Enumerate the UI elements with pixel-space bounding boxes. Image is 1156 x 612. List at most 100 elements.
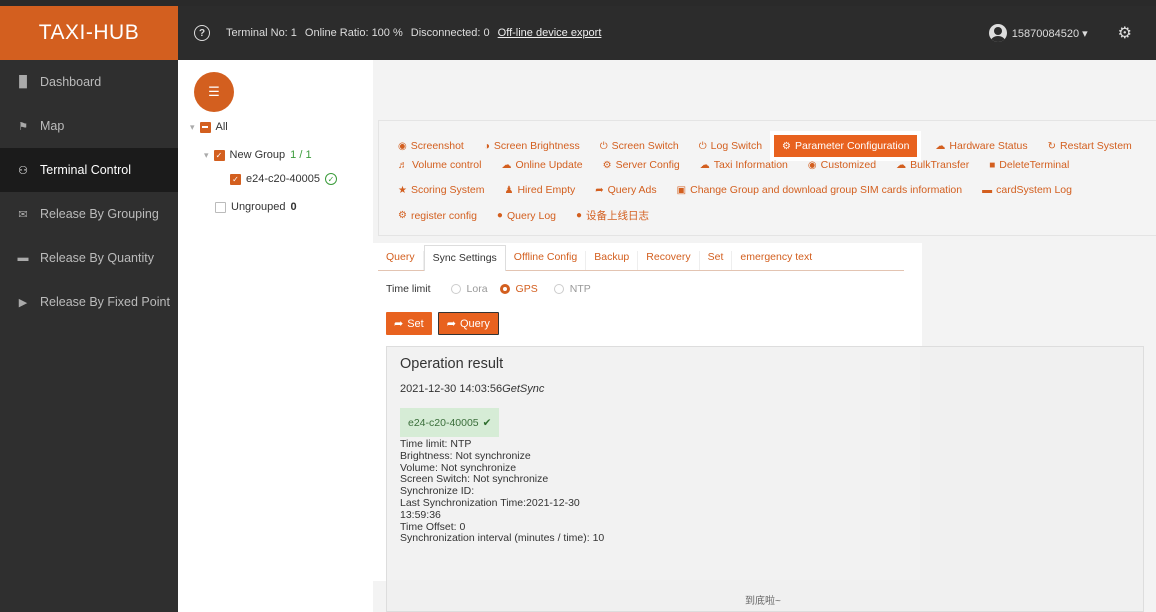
caret-down-icon[interactable]: ▾ xyxy=(204,150,209,161)
trash-icon: ■ xyxy=(989,159,996,171)
query-button[interactable]: ➦ Query xyxy=(437,312,499,335)
radio-gps[interactable]: GPS xyxy=(499,283,538,295)
sidebar-item-release-by-fixed-point[interactable]: ▶ Release By Fixed Point xyxy=(0,280,178,324)
sidebar-item-release-by-quantity[interactable]: ▬ Release By Quantity xyxy=(0,236,178,280)
radio-lora[interactable]: Lora xyxy=(450,283,488,295)
toolbar-row-2: ♬ Volume control ☁ Online Update ⚙ Server C… xyxy=(398,159,1089,171)
toolbar-label: BulkTransfer xyxy=(910,159,970,171)
parameter-configuration-button[interactable]: ⚙ Parameter Configuration xyxy=(770,131,922,161)
share-icon: ➦ xyxy=(394,318,404,330)
set-button[interactable]: ➦ Set xyxy=(386,312,432,335)
button-label: Set xyxy=(407,317,424,330)
tab-set[interactable]: Set xyxy=(700,251,733,270)
top-right-controls: 15870084520 ▾ ⚙ xyxy=(988,6,1132,60)
change-group-button[interactable]: ▣ Change Group and download group SIM car… xyxy=(677,184,962,196)
query-ads-button[interactable]: ➦ Query Ads xyxy=(595,184,656,196)
radio-label: Lora xyxy=(466,283,488,295)
caret-down-icon[interactable]: ▾ xyxy=(190,122,195,133)
time-limit-label: Time limit xyxy=(386,283,431,295)
card-system-log-button[interactable]: ▬ cardSystem Log xyxy=(982,184,1072,196)
brightness-icon: ◑ xyxy=(483,140,490,152)
user-icon: ♟ xyxy=(504,184,514,196)
list-menu-button[interactable]: ☰ xyxy=(194,72,234,112)
sidebar-item-terminal-control[interactable]: ⚇ Terminal Control xyxy=(0,148,178,192)
customized-button[interactable]: ◉ Customized xyxy=(808,159,876,171)
checkbox-checked-icon[interactable]: ✓ xyxy=(230,173,241,185)
group-count: 1 / 1 xyxy=(290,149,312,161)
result-line: Brightness: Not synchronize xyxy=(400,449,531,462)
sidebar-item-label: Release By Grouping xyxy=(40,207,159,221)
tree-node-ungrouped[interactable]: Ungrouped 0 xyxy=(215,201,297,213)
result-line: Synchronization interval (minutes / time… xyxy=(400,532,605,545)
gear-icon[interactable]: ⚙ xyxy=(1118,23,1132,43)
sidebar-item-dashboard[interactable]: █ Dashboard xyxy=(0,60,178,104)
star-icon: ★ xyxy=(398,184,407,196)
group-name: New Group xyxy=(229,149,286,161)
toolbar-label: Restart System xyxy=(1060,140,1132,152)
sidebar-item-map[interactable]: ⚑ Map xyxy=(0,104,178,148)
tree-node-all[interactable]: ▾ All xyxy=(190,121,228,133)
online-update-button[interactable]: ☁ Online Update xyxy=(501,159,582,171)
device-online-log-button[interactable]: ● 设备上线日志 xyxy=(576,208,649,223)
result-details: Time limit: NTP Brightness: Not synchron… xyxy=(400,438,605,545)
top-bar: TAXI-HUB ? Terminal No: 1 Online Ratio: … xyxy=(0,0,1156,60)
query-log-button[interactable]: ● Query Log xyxy=(497,210,556,222)
camera-icon: ◉ xyxy=(398,140,407,152)
sidebar-item-release-by-grouping[interactable]: ✉ Release By Grouping xyxy=(0,192,178,236)
screenshot-button[interactable]: ◉ Screenshot xyxy=(398,140,464,152)
toolbar-row-1: ◉ Screenshot ◑ Screen Brightness ⏻ Screen S… xyxy=(398,131,1152,161)
restart-system-button[interactable]: ↻ Restart System xyxy=(1048,140,1132,152)
register-config-button[interactable]: ⚙ register config xyxy=(398,210,477,222)
play-icon: ▶ xyxy=(18,296,28,309)
sim-card-icon: ▣ xyxy=(676,184,687,196)
user-phone: 15870084520 ▾ xyxy=(1011,27,1088,40)
tab-emergency-text[interactable]: emergency text xyxy=(732,251,820,270)
hired-empty-button[interactable]: ♟ Hired Empty xyxy=(505,184,576,196)
user-menu[interactable]: 15870084520 ▾ xyxy=(988,24,1088,42)
toolbar-label: Scoring System xyxy=(410,184,485,196)
toolbar-label: cardSystem Log xyxy=(996,184,1072,196)
top-bar-inner: TAXI-HUB ? Terminal No: 1 Online Ratio: … xyxy=(0,6,1156,60)
scoring-system-button[interactable]: ★ Scoring System xyxy=(398,184,485,196)
sidebar: █ Dashboard ⚑ Map ⚇ Terminal Control ✉ R… xyxy=(0,60,178,612)
check-icon: ✔ xyxy=(482,416,492,429)
help-icon[interactable]: ? xyxy=(194,25,210,41)
toolbar-row-3: ★ Scoring System ♟ Hired Empty ➦ Query Ads … xyxy=(398,184,1092,196)
taxi-information-button[interactable]: ☁ Taxi Information xyxy=(700,159,788,171)
toolbar-label: Screenshot xyxy=(410,140,464,152)
tab-sync-settings[interactable]: Sync Settings xyxy=(423,245,506,271)
screen-switch-button[interactable]: ⏻ Screen Switch xyxy=(600,140,679,152)
checkbox-partial-icon[interactable] xyxy=(199,121,211,133)
checkbox-empty-icon[interactable] xyxy=(215,201,226,213)
end-of-list-text: 到底啦~ xyxy=(745,596,781,607)
server-config-button[interactable]: ⚙ Server Config xyxy=(603,159,680,171)
power-icon: ⏻ xyxy=(599,140,608,152)
offline-export-link[interactable]: Off-line device export xyxy=(498,27,602,39)
app-logo[interactable]: TAXI-HUB xyxy=(0,6,178,60)
share-icon: ➦ xyxy=(446,318,456,330)
tab-backup[interactable]: Backup xyxy=(586,251,639,270)
result-line: 13:59:36 xyxy=(400,508,441,521)
screen-brightness-button[interactable]: ◑ Screen Brightness xyxy=(484,140,580,152)
volume-control-button[interactable]: ♬ Volume control xyxy=(398,159,481,171)
action-buttons: ➦ Set ➦ Query xyxy=(386,312,499,335)
volume-icon: ♬ xyxy=(398,159,408,171)
tab-offline-config[interactable]: Offline Config xyxy=(506,251,587,270)
toolbar-label: Log Switch xyxy=(710,140,763,152)
delete-terminal-button[interactable]: ■ DeleteTerminal xyxy=(989,159,1069,171)
device-tree-panel: ☰ ▾ All ▾ ✓ New Group 1 / 1 ✓ e24-c20-40… xyxy=(178,60,373,612)
tab-query[interactable]: Query xyxy=(378,251,424,270)
bulk-transfer-button[interactable]: ☁ BulkTransfer xyxy=(896,159,969,171)
log-switch-button[interactable]: ⏻ Log Switch xyxy=(699,140,762,152)
checkbox-checked-icon[interactable]: ✓ xyxy=(213,149,225,161)
device-result-chip[interactable]: e24-c20-40005 ✔ xyxy=(400,408,500,437)
ungrouped-count: 0 xyxy=(290,201,297,213)
radio-ntp[interactable]: NTP xyxy=(553,283,591,295)
toolbar-label: Hired Empty xyxy=(517,184,576,196)
result-title: Operation result xyxy=(400,356,504,372)
share-icon: ➦ xyxy=(595,184,604,196)
tree-node-group[interactable]: ▾ ✓ New Group 1 / 1 xyxy=(204,149,312,161)
tree-node-device[interactable]: ✓ e24-c20-40005 ✓ xyxy=(230,173,338,185)
hardware-status-button[interactable]: ☁ Hardware Status xyxy=(935,140,1027,152)
tab-recovery[interactable]: Recovery xyxy=(638,251,700,270)
